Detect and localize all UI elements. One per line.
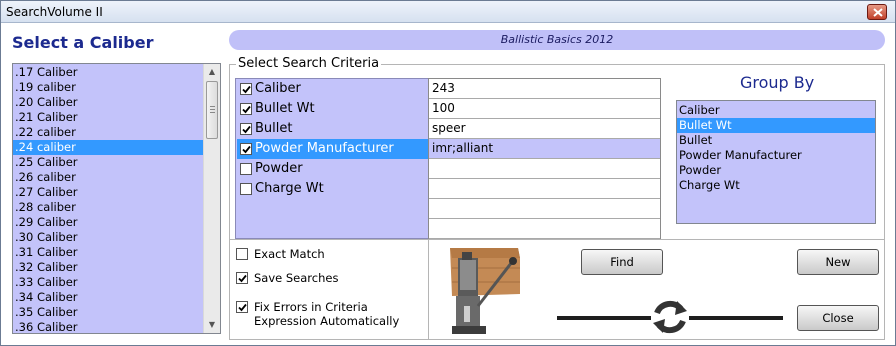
title-bar: SearchVolume II <box>1 1 895 23</box>
criteria-value-input[interactable]: speer <box>429 119 660 139</box>
group-by-item[interactable]: Powder Manufacturer <box>677 148 875 163</box>
group-by-heading: Group By <box>740 73 815 92</box>
reloading-press-image <box>436 244 522 336</box>
caliber-list-item[interactable]: .24 caliber <box>13 140 204 155</box>
exact-match-checkbox[interactable] <box>236 248 248 260</box>
scrollbar-thumb[interactable] <box>206 81 218 139</box>
criteria-label: Caliber <box>255 81 301 96</box>
fix-errors-checkbox[interactable] <box>236 301 248 313</box>
criteria-value-input[interactable]: 243 <box>429 79 660 99</box>
caliber-list-item[interactable]: .26 caliber <box>13 170 204 185</box>
criteria-row[interactable]: Charge Wt <box>237 179 429 199</box>
scroll-up-arrow-icon[interactable]: ▲ <box>204 64 220 80</box>
group-by-item[interactable]: Powder <box>677 163 875 178</box>
options-divider <box>230 239 884 240</box>
caliber-list-item[interactable]: .33 Caliber <box>13 275 204 290</box>
window-title: SearchVolume II <box>6 5 103 19</box>
caliber-heading: Select a Caliber <box>12 33 154 52</box>
fix-errors-label-line1: Fix Errors in Criteria <box>254 300 368 314</box>
window-close-button[interactable] <box>867 4 887 20</box>
caliber-list[interactable]: .17 Caliber .19 caliber .20 Caliber .21 Cal… <box>12 63 221 334</box>
caliber-list-item[interactable]: .30 Caliber <box>13 230 204 245</box>
scroll-down-arrow-icon[interactable]: ▼ <box>204 317 220 333</box>
criteria-checkbox[interactable] <box>240 143 252 155</box>
caliber-list-item[interactable]: .34 Caliber <box>13 290 204 305</box>
caliber-list-item[interactable]: .35 Caliber <box>13 305 204 320</box>
new-button[interactable]: New <box>797 249 879 275</box>
criteria-value-grid: 243 100 speer imr;alliant <box>428 78 661 239</box>
criteria-value-input[interactable] <box>429 179 660 199</box>
fix-errors-label-line2: Expression Automatically <box>254 314 400 328</box>
criteria-checkbox[interactable] <box>240 103 252 115</box>
criteria-label: Bullet Wt <box>255 101 315 116</box>
caliber-list-item[interactable]: .36 Caliber <box>13 320 204 333</box>
app-banner: Ballistic Basics 2012 <box>229 30 885 50</box>
group-by-item[interactable]: Caliber <box>677 103 875 118</box>
caliber-list-item[interactable]: .31 Caliber <box>13 245 204 260</box>
criteria-row[interactable]: Caliber <box>237 79 429 99</box>
group-by-item[interactable]: Bullet <box>677 133 875 148</box>
criteria-label: Powder Manufacturer <box>255 141 394 156</box>
options-divider-vertical <box>428 239 429 339</box>
criteria-label: Bullet <box>255 121 293 136</box>
criteria-field-list: Caliber Bullet Wt Bullet Powder Manufacture… <box>235 78 429 239</box>
group-by-item[interactable]: Bullet Wt <box>677 118 875 133</box>
group-by-list[interactable]: Caliber Bullet Wt Bullet Powder Manufacture… <box>676 100 876 224</box>
caliber-list-item[interactable]: .29 Caliber <box>13 215 204 230</box>
caliber-list-item[interactable]: .32 Caliber <box>13 260 204 275</box>
caliber-list-item[interactable]: .27 Caliber <box>13 185 204 200</box>
criteria-row[interactable]: Powder Manufacturer <box>237 139 429 159</box>
caliber-list-item[interactable]: .17 Caliber <box>13 65 204 80</box>
caliber-list-item[interactable]: .20 Caliber <box>13 95 204 110</box>
criteria-value-input[interactable]: 100 <box>429 99 660 119</box>
find-button[interactable]: Find <box>581 249 663 275</box>
criteria-value-input[interactable] <box>429 199 660 219</box>
caliber-list-scrollbar[interactable]: ▲ ▼ <box>203 64 220 333</box>
close-button[interactable]: Close <box>797 305 879 331</box>
criteria-checkbox[interactable] <box>240 123 252 135</box>
search-progress-indicator <box>557 297 783 335</box>
criteria-row[interactable]: Powder <box>237 159 429 179</box>
caliber-list-item[interactable]: .28 caliber <box>13 200 204 215</box>
criteria-label: Powder <box>255 161 303 176</box>
caliber-list-item[interactable]: .21 Caliber <box>13 110 204 125</box>
criteria-checkbox[interactable] <box>240 183 252 195</box>
caliber-list-item[interactable]: .19 caliber <box>13 80 204 95</box>
save-searches-checkbox[interactable] <box>236 272 248 284</box>
caliber-list-item[interactable]: .25 Caliber <box>13 155 204 170</box>
exact-match-label: Exact Match <box>254 247 325 261</box>
search-volume-window: SearchVolume II Select a Caliber .17 Cal… <box>0 0 896 346</box>
criteria-checkbox[interactable] <box>240 163 252 175</box>
group-by-item[interactable]: Charge Wt <box>677 178 875 193</box>
criteria-value-input[interactable]: imr;alliant <box>429 139 660 159</box>
criteria-label: Charge Wt <box>255 181 324 196</box>
criteria-row[interactable]: Bullet Wt <box>237 99 429 119</box>
criteria-row[interactable]: Bullet <box>237 119 429 139</box>
caliber-list-item[interactable]: .22 caliber <box>13 125 204 140</box>
criteria-value-input[interactable] <box>429 159 660 179</box>
criteria-checkbox[interactable] <box>240 83 252 95</box>
criteria-legend: Select Search Criteria <box>236 56 382 71</box>
save-searches-label: Save Searches <box>254 271 339 285</box>
criteria-value-input[interactable] <box>429 219 660 239</box>
